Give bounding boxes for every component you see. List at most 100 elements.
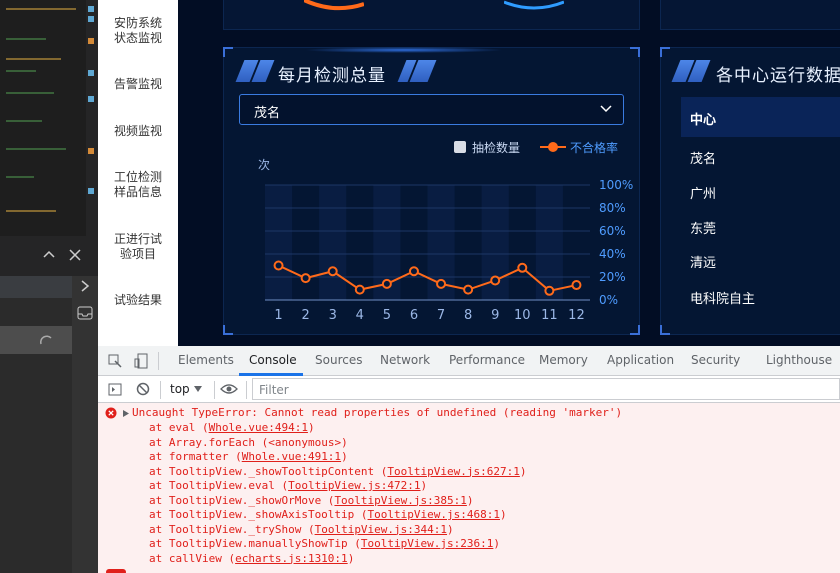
stack-frame[interactable]: at callView (echarts.js:1310:1) [149,552,354,565]
x-tick-label: 7 [437,308,445,323]
top-panel-right [660,0,840,30]
stack-frame-link[interactable]: TooltipView.js:472:1 [288,479,420,492]
clear-console-icon[interactable] [136,382,150,396]
eye-icon[interactable] [220,383,238,395]
sidebar-item-video[interactable]: 视频监视 [98,124,178,139]
data-point [517,262,528,273]
tab-network[interactable]: Network [380,353,430,367]
tab-performance[interactable]: Performance [449,353,525,367]
tab-console[interactable]: Console [249,353,297,367]
data-point [300,273,311,284]
corner-mark [660,325,670,335]
context-selector[interactable]: top [170,382,206,398]
stack-frame[interactable]: at Array.forEach (<anonymous>) [149,436,348,449]
chevron-right-icon[interactable] [80,280,90,292]
sidebar-item-test-results[interactable]: 试验结果 [98,293,178,308]
dashboard: 每月检测总量 茂名 抽检数量 不合格率 次 100% 80% 60% 40% 20% 0%… [178,0,840,346]
side-toolbar [72,276,98,573]
panel-header [0,236,98,276]
close-icon[interactable] [69,249,81,261]
stack-frame-link[interactable]: Whole.vue:494:1 [209,421,308,434]
list-item[interactable] [0,276,72,298]
stack-frame[interactable]: at TooltipView.eval (TooltipView.js:472:… [149,479,427,492]
inbox-icon[interactable] [77,306,93,320]
corner-mark [630,47,640,57]
spinner-icon [39,335,52,345]
stack-frame-link[interactable]: TooltipView.js:344:1 [315,523,447,536]
stack-frame-link[interactable]: <anonymous> [268,436,341,449]
tab-sources[interactable]: Sources [315,353,362,367]
chart-band [265,185,293,300]
tab-lighthouse[interactable]: Lighthouse [766,353,832,367]
sidebar-toggle-icon[interactable] [108,383,122,396]
x-tick-label: 11 [541,308,558,323]
sidebar-item-security-status[interactable]: 安防系统 状态监视 [98,16,178,46]
error-icon [105,407,117,419]
data-point [490,275,501,286]
sidebar-item-label: 试验结果 [113,293,162,307]
stack-frame[interactable]: at formatter (Whole.vue:491:1) [149,450,348,463]
stack-frame-link[interactable]: TooltipView.js:385:1 [334,494,466,507]
list-item[interactable] [0,326,72,354]
x-tick-label: 12 [568,308,585,323]
stack-frame[interactable]: at TooltipView._showOrMove (TooltipView.… [149,494,474,507]
filter-input[interactable]: Filter [252,378,840,400]
data-point [381,278,392,289]
filter-placeholder: Filter [259,383,289,397]
nav-sidebar: 安防系统 状态监视 告警监视 视频监视 工位检测 样品信息 正进行试 验项目 试验结果 [98,0,178,346]
stack-frame[interactable]: at eval (Whole.vue:494:1) [149,421,315,434]
x-tick-label: 5 [383,308,391,323]
stack-frame-link[interactable]: TooltipView.js:236:1 [361,537,493,550]
stack-frame[interactable]: at TooltipView._showTooltipContent (Tool… [149,465,527,478]
center-select[interactable]: 茂名 [239,94,624,125]
stack-frame[interactable]: at TooltipView._showAxisTooltip (Tooltip… [149,508,507,521]
stack-frame-link[interactable]: TooltipView.js:627:1 [387,465,519,478]
stack-frame[interactable]: at TooltipView._tryShow (TooltipView.js:… [149,523,454,536]
sidebar-item-running-tests[interactable]: 正进行试 验项目 [98,232,178,262]
context-label: top [170,382,190,396]
tab-memory[interactable]: Memory [539,353,588,367]
table-row[interactable]: 清远 [690,252,716,271]
stack-frame-function: at callView ( [149,551,236,565]
stack-frame-function: at TooltipView._showAxisTooltip ( [149,508,368,521]
divider [160,381,161,399]
table-row[interactable]: 广州 [690,183,716,202]
table-row[interactable]: 电科院自主 [690,288,755,307]
console-error: Uncaught TypeError: Cannot read properti… [98,403,840,573]
divider [158,352,159,370]
legend-fail-label: 不合格率 [570,141,619,155]
data-point [354,284,365,295]
chevron-up-icon[interactable] [43,249,55,261]
editor-minimap[interactable] [86,0,98,236]
table-row[interactable]: 东莞 [690,218,716,237]
title-decor-icon [235,60,275,82]
y-tick-label: 80% [599,201,626,215]
legend-sample-label: 抽检数量 [472,141,521,155]
dropdown-arrow-icon [194,386,202,392]
next-message-fragment [106,569,126,573]
sidebar-item-sample-info[interactable]: 工位检测 样品信息 [98,170,178,200]
stack-frame-link[interactable]: Whole.vue:491:1 [242,450,341,463]
data-point [544,285,555,296]
stack-frame-link[interactable]: TooltipView.js:468:1 [368,508,500,521]
error-message[interactable]: Uncaught TypeError: Cannot read properti… [132,406,622,419]
data-point [463,284,474,295]
stack-frame-function: at TooltipView.eval ( [149,479,289,492]
expand-triangle-icon[interactable] [123,410,129,417]
sidebar-item-label: 视频监视 [113,124,162,138]
device-toolbar-icon[interactable] [134,353,148,369]
stack-frame-link[interactable]: echarts.js:1310:1 [235,552,348,565]
sidebar-item-alarm[interactable]: 告警监视 [98,77,178,92]
stack-frame[interactable]: at TooltipView.manuallyShowTip (TooltipV… [149,537,500,550]
inspect-element-icon[interactable] [108,354,122,368]
table-row[interactable]: 茂名 [690,148,716,167]
stack-frame-function: at TooltipView._tryShow ( [149,522,315,536]
tab-elements[interactable]: Elements [178,353,234,367]
center-panel-title: 各中心运行数据 [716,66,840,86]
x-tick-label: 3 [329,308,337,323]
devtools-tab-bar: Elements Console Sources Network Perform… [98,346,840,376]
monthly-chart: 100%80%60%40%20%0%1 2 3 4 5 6 7 8 9 10 11 12 [265,178,633,323]
tab-security[interactable]: Security [691,353,740,367]
gauge-fragment [504,0,564,10]
tab-application[interactable]: Application [607,353,674,367]
